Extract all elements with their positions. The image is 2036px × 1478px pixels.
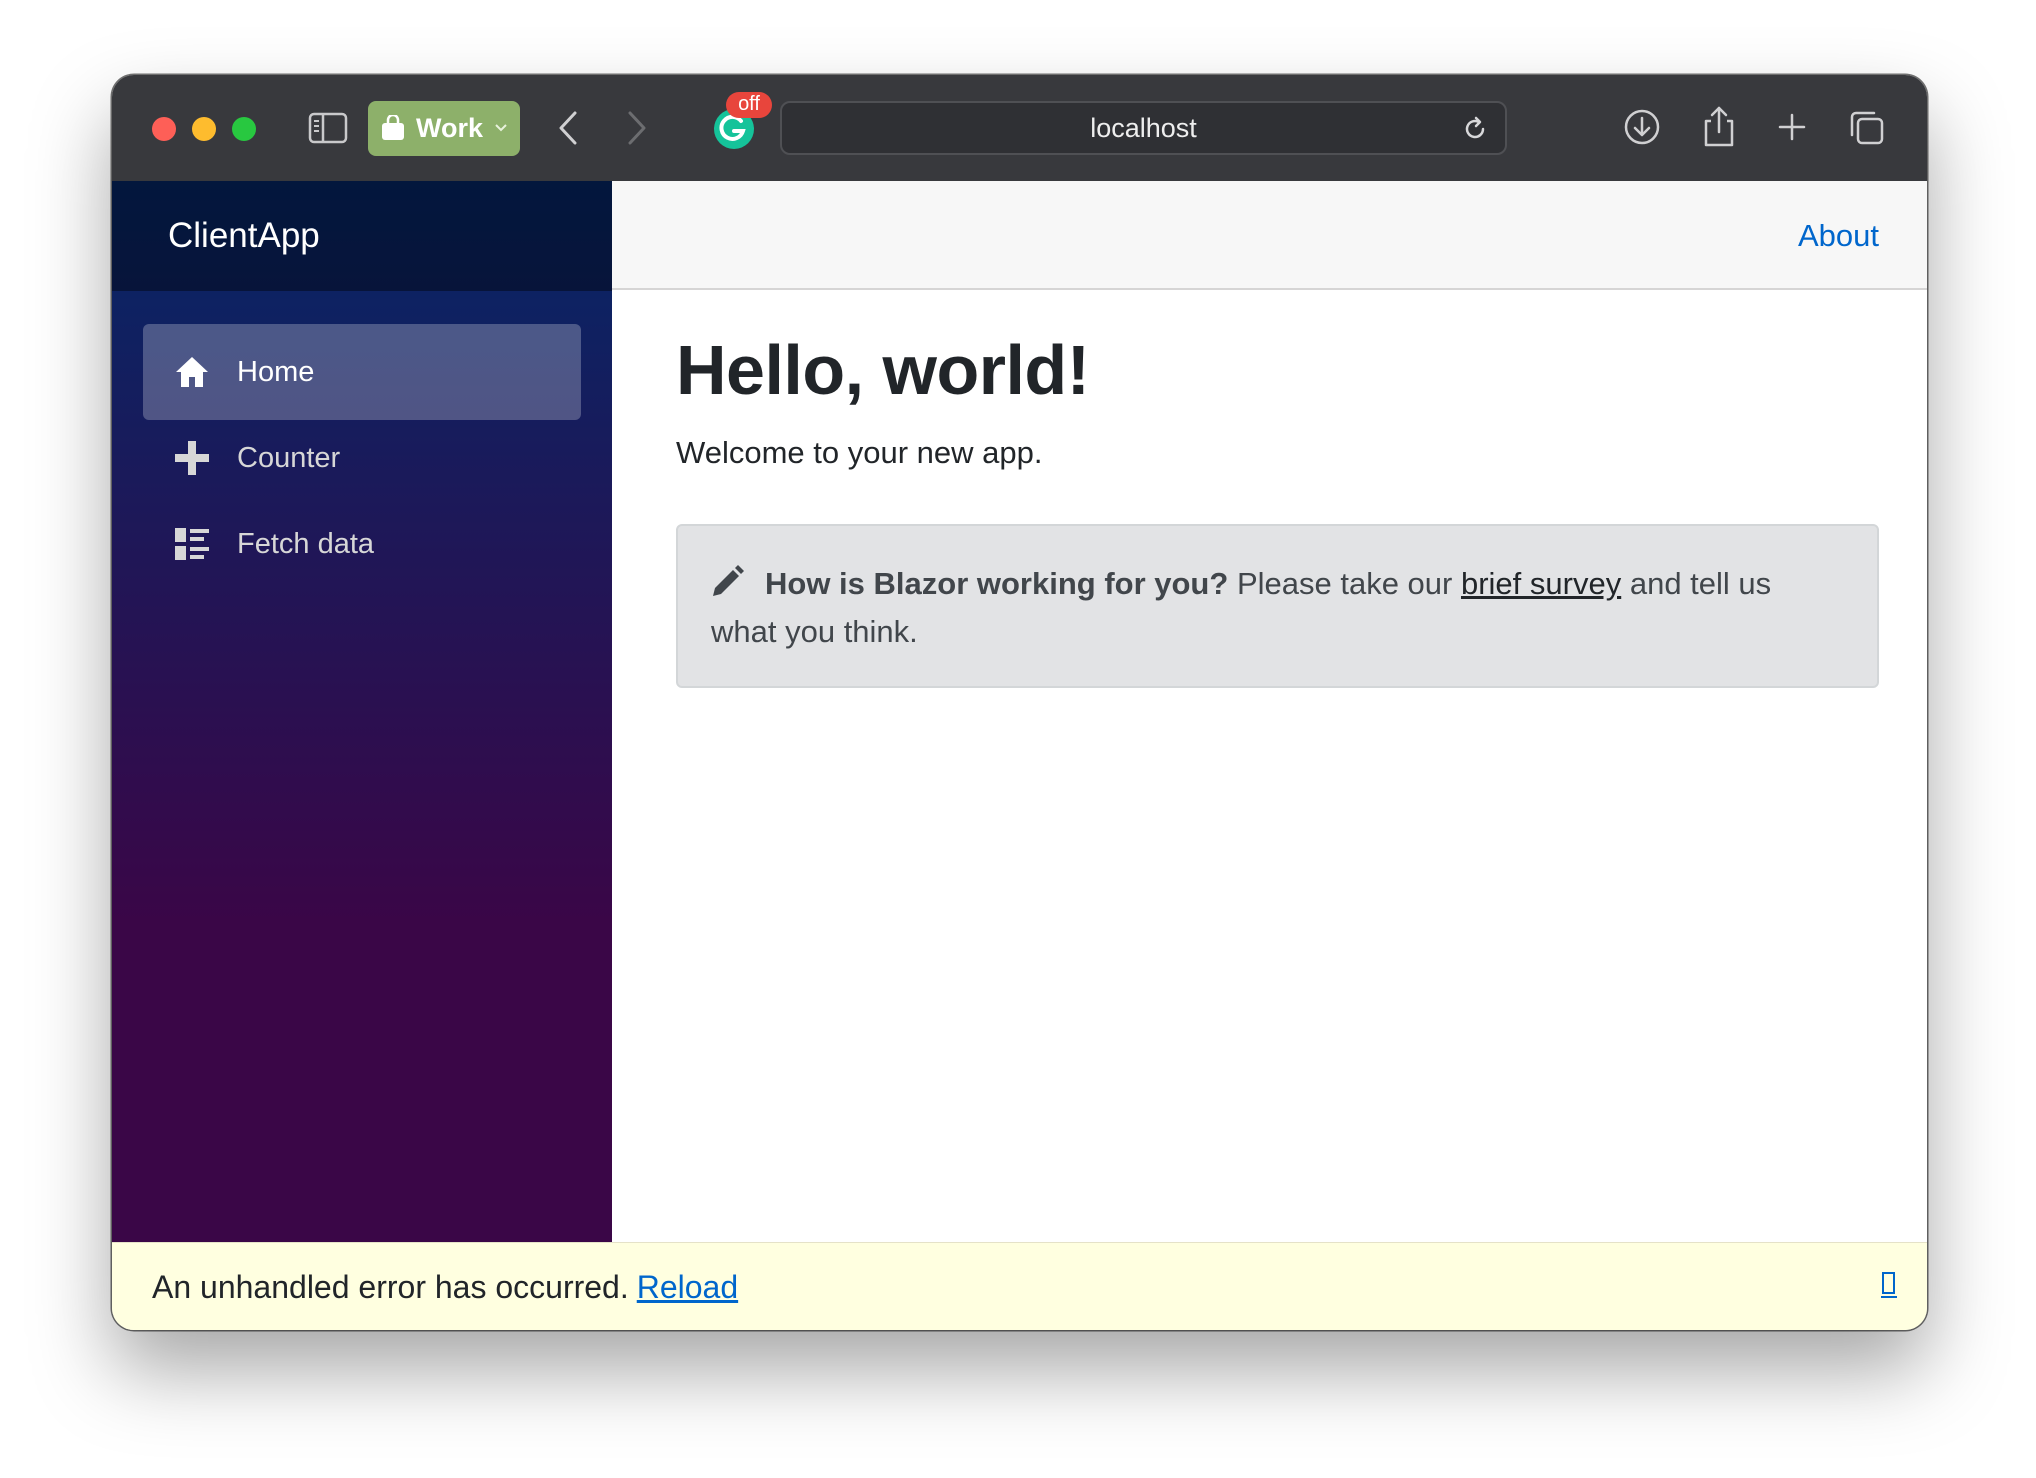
app-brand-link[interactable]: ClientApp [168, 181, 320, 291]
download-icon[interactable] [1622, 105, 1662, 149]
sidebar-item-label: Fetch data [237, 528, 375, 560]
url-text: localhost [1090, 113, 1197, 143]
share-icon[interactable] [1699, 105, 1739, 149]
top-row: About [612, 181, 1927, 290]
reload-link[interactable]: Reload [637, 1269, 738, 1305]
app-sidebar: ClientApp Home Counter Fetch data [112, 181, 612, 1242]
close-window-button[interactable] [152, 117, 176, 141]
forward-arrow-icon[interactable] [624, 109, 650, 147]
new-tab-plus-icon[interactable] [1772, 105, 1812, 149]
sidebar-toggle-icon[interactable] [308, 111, 348, 145]
grammarly-status-badge: off [726, 92, 772, 118]
pencil-icon [713, 565, 744, 596]
survey-question: How is Blazor working for you? [765, 566, 1229, 601]
survey-link[interactable]: brief survey [1461, 566, 1621, 601]
brand-bar: ClientApp [112, 181, 612, 291]
tab-group-button[interactable]: Work [368, 101, 520, 156]
tab-overview-icon[interactable] [1847, 105, 1887, 149]
sidebar-item-home[interactable]: Home [143, 324, 581, 420]
chevron-down-icon [495, 124, 507, 132]
page-title: Hello, world! [676, 331, 1090, 409]
tab-group-label: Work [416, 113, 484, 143]
sidebar-item-fetch-data[interactable]: Fetch data [143, 496, 581, 592]
browser-toolbar: Work off localhost [112, 75, 1927, 182]
survey-prompt: How is Blazor working for you? Please ta… [676, 524, 1879, 688]
address-bar[interactable]: localhost [780, 101, 1507, 155]
about-link[interactable]: About [1798, 181, 1879, 290]
home-icon [176, 357, 208, 387]
minimize-window-button[interactable] [192, 117, 216, 141]
sidebar-item-label: Home [237, 356, 315, 388]
list-icon [175, 528, 209, 560]
sidebar-item-counter[interactable]: Counter [143, 410, 581, 506]
error-message: An unhandled error has occurred. [152, 1269, 629, 1305]
bag-icon [382, 115, 404, 140]
zoom-window-button[interactable] [232, 117, 256, 141]
browser-window: Work off localhost ClientApp Home Counte… [112, 75, 1927, 1330]
error-ui-bar: An unhandled error has occurred. Reload [112, 1242, 1927, 1330]
back-arrow-icon[interactable] [555, 109, 581, 147]
reload-icon[interactable] [1461, 115, 1489, 143]
welcome-text: Welcome to your new app. [676, 435, 1043, 470]
survey-prefix: Please take our [1236, 566, 1453, 601]
plus-icon [175, 441, 209, 475]
error-message-row: An unhandled error has occurred. Reload [152, 1243, 738, 1330]
dismiss-icon[interactable] [1881, 1271, 1897, 1299]
sidebar-item-label: Counter [237, 442, 341, 474]
